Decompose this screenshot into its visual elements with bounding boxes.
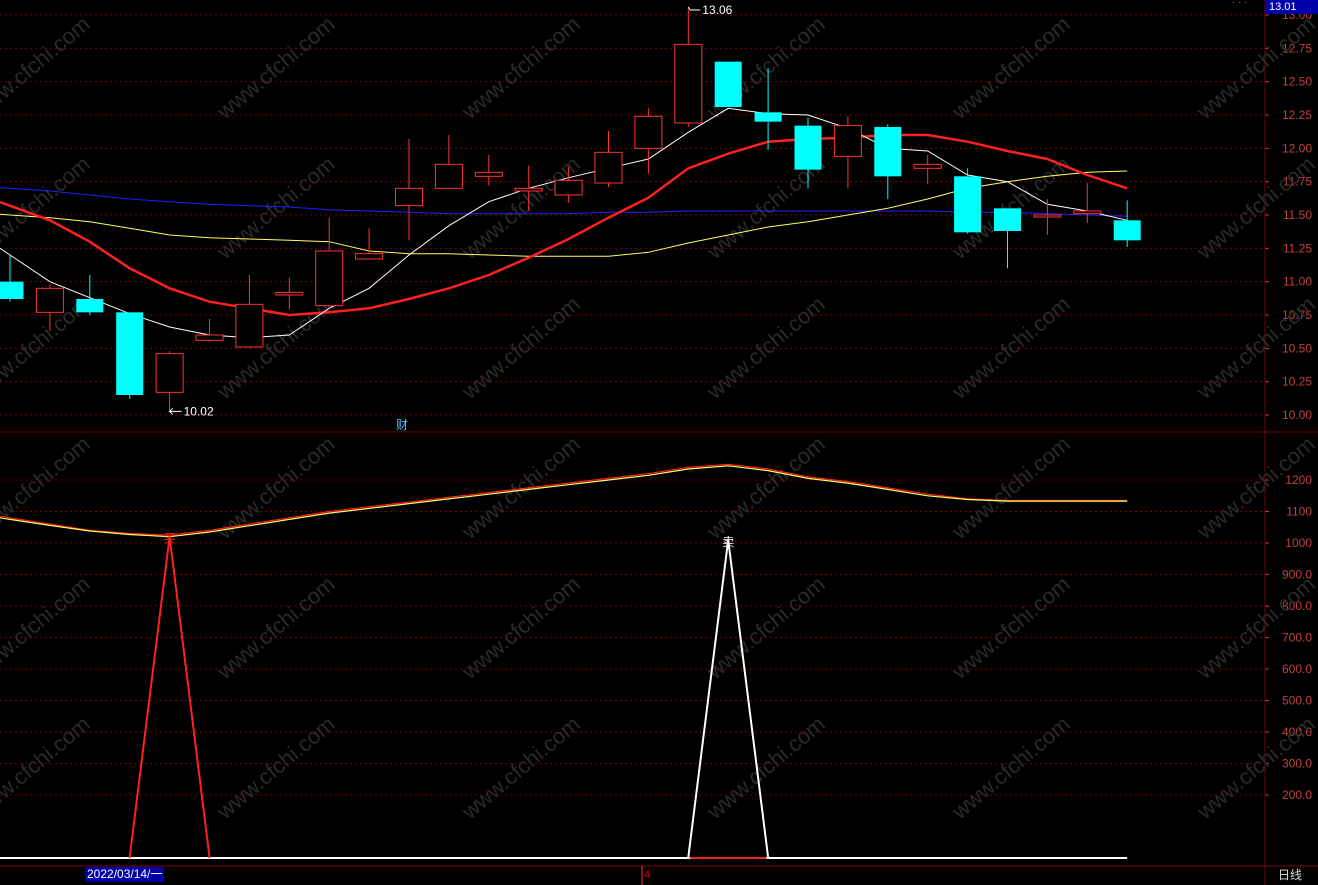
candle-body-down [1113,220,1141,241]
candle-body-down [994,208,1021,231]
candle-body-up [913,163,942,169]
chart-canvas[interactable]: 13.0012.7512.5012.2512.0011.7511.5011.25… [0,0,1318,885]
low-annotation-label: 10.02 [184,404,214,418]
candle-body-up [195,334,224,341]
candle-body-up [155,353,184,393]
price-tick-label: 12.00 [1282,141,1312,155]
candle-body-down [754,112,782,122]
candle-body-up [395,187,423,207]
candle-body-up [514,187,543,192]
price-tick-label: 10.50 [1282,341,1312,355]
period-selector[interactable]: 日线 [1278,868,1302,883]
indicator-tick-label: 500.0 [1282,694,1312,708]
candle-body-down [116,312,144,395]
candle-body-up [315,250,344,307]
candle-body-down [76,299,104,313]
candle-body-down [794,125,822,170]
candle [954,168,982,234]
window-menu-dots[interactable]: · · · [1232,0,1248,8]
candle-body-up [594,151,623,184]
candle-body-up [434,163,463,189]
candle [116,312,144,399]
price-tick-label: 11.00 [1283,275,1312,289]
indicator-tick-label: 200.0 [1282,788,1312,802]
current-price-badge: 13.01 [1266,0,1318,14]
signal-label: 卖 [722,535,734,549]
candle-body-up [674,43,703,124]
candle-body-up [474,171,503,177]
crosshair-date-badge: 2022/03/14/一 [85,867,165,882]
indicator-tick-label: 600.0 [1282,662,1312,676]
signal-label: 买 [164,532,176,546]
candle-body-up [355,253,384,260]
financial-report-tag[interactable]: 财 [396,418,408,432]
candle-body-up [554,179,583,196]
price-tick-label: 12.25 [1282,108,1312,122]
candle-body-up [235,303,264,348]
indicator-tick-label: 1100 [1286,505,1312,519]
candle-body-up [1073,210,1102,215]
candle-body-up [833,125,862,157]
candle-body-down [0,281,24,299]
cursor-marker-label: 4 [644,869,651,881]
price-tick-label: 11.25 [1283,241,1312,255]
candle-body-down [954,176,982,233]
indicator-tick-label: 1000 [1285,536,1312,550]
candle-body-up [634,115,663,149]
indicator-tick-label: 300.0 [1282,757,1312,771]
candle-body-up [275,291,304,296]
price-tick-label: 10.00 [1282,408,1312,422]
candle-body-down [874,127,902,177]
price-tick-label: 10.25 [1282,375,1312,389]
price-tick-label: 12.50 [1282,75,1312,89]
candle-body-up [1033,214,1062,218]
price-tick-label: 11.50 [1283,208,1312,222]
candle-body-down [714,61,742,107]
candle [714,61,742,107]
indicator-tick-label: 700.0 [1282,631,1312,645]
candle-body-up [35,287,64,313]
high-annotation-label: 13.06 [702,3,732,17]
